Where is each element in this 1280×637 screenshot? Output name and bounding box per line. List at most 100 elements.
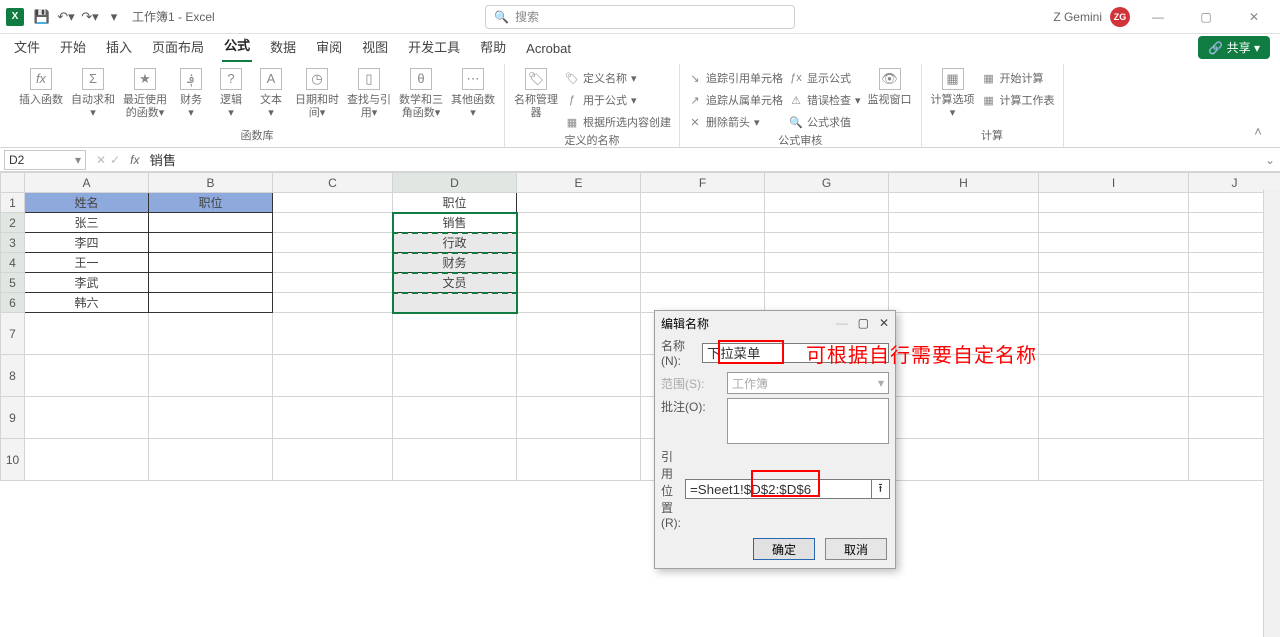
name-box[interactable]: D2▾	[4, 150, 86, 170]
text-button[interactable]: A文本▾	[254, 68, 288, 120]
cell[interactable]	[273, 233, 393, 253]
row-header[interactable]: 4	[1, 253, 25, 273]
cancel-formula-icon[interactable]: ✕	[96, 153, 106, 167]
cell[interactable]	[1039, 313, 1189, 355]
cell[interactable]	[765, 193, 889, 213]
cell[interactable]: 王一	[25, 253, 149, 273]
ok-button[interactable]: 确定	[753, 538, 815, 560]
cell[interactable]	[149, 313, 273, 355]
define-name-button[interactable]: 🏷定义名称 ▾	[565, 68, 671, 88]
name-manager-button[interactable]: 🏷名称管理器	[513, 68, 559, 120]
cell[interactable]	[1039, 233, 1189, 253]
cell[interactable]	[889, 293, 1039, 313]
cancel-button[interactable]: 取消	[825, 538, 887, 560]
expand-formula-bar-icon[interactable]: ⌄	[1260, 153, 1280, 167]
avatar[interactable]: ZG	[1110, 7, 1130, 27]
cell[interactable]	[889, 397, 1039, 439]
row-header[interactable]: 1	[1, 193, 25, 213]
remove-arrows-button[interactable]: ✕删除箭头 ▾	[688, 112, 783, 132]
cell[interactable]	[641, 193, 765, 213]
cell[interactable]	[149, 233, 273, 253]
cell[interactable]	[765, 233, 889, 253]
col-header[interactable]: E	[517, 173, 641, 193]
error-check-button[interactable]: ⚠错误检查 ▾	[789, 90, 861, 110]
search-box[interactable]: 🔍 搜索	[485, 5, 795, 29]
select-all-corner[interactable]	[1, 173, 25, 193]
cell[interactable]	[1039, 355, 1189, 397]
cell[interactable]	[641, 213, 765, 233]
cell[interactable]	[517, 439, 641, 481]
cell[interactable]	[889, 273, 1039, 293]
cell[interactable]: 李武	[25, 273, 149, 293]
trace-precedents-button[interactable]: ↘追踪引用单元格	[688, 68, 783, 88]
undo-icon[interactable]: ↶▾	[54, 5, 78, 29]
cell[interactable]	[1039, 273, 1189, 293]
cell[interactable]	[25, 439, 149, 481]
insert-function-button[interactable]: fx插入函数	[18, 68, 64, 107]
lookup-button[interactable]: ▯查找与引用▾	[346, 68, 392, 120]
maximize-button[interactable]: ▢	[1186, 2, 1226, 32]
cell[interactable]	[25, 355, 149, 397]
cell[interactable]	[517, 233, 641, 253]
math-button[interactable]: θ数学和三角函数▾	[398, 68, 444, 120]
collapse-ribbon-icon[interactable]: ˄	[1246, 119, 1270, 143]
cell[interactable]	[517, 193, 641, 213]
logical-button[interactable]: ?逻辑▾	[214, 68, 248, 120]
accept-formula-icon[interactable]: ✓	[110, 153, 120, 167]
cell[interactable]	[1039, 293, 1189, 313]
refersto-input[interactable]	[685, 479, 872, 499]
cell[interactable]	[889, 193, 1039, 213]
calc-sheet-button[interactable]: ▦计算工作表	[982, 90, 1055, 110]
minimize-button[interactable]: —	[1138, 2, 1178, 32]
row-header[interactable]: 5	[1, 273, 25, 293]
comment-textarea[interactable]	[727, 398, 889, 444]
col-header[interactable]: F	[641, 173, 765, 193]
share-button[interactable]: 🔗 共享 ▾	[1198, 36, 1270, 59]
cell[interactable]	[393, 293, 517, 313]
cell[interactable]	[273, 213, 393, 233]
cell[interactable]: 李四	[25, 233, 149, 253]
cell[interactable]	[25, 313, 149, 355]
tab-view[interactable]: 视图	[360, 33, 390, 62]
tab-formulas[interactable]: 公式	[222, 31, 252, 62]
cell[interactable]	[1039, 397, 1189, 439]
scope-select[interactable]: 工作簿 ▾	[727, 372, 889, 394]
cell[interactable]	[1039, 253, 1189, 273]
cell[interactable]	[273, 397, 393, 439]
cell[interactable]	[393, 355, 517, 397]
cell[interactable]	[517, 213, 641, 233]
cell[interactable]	[641, 253, 765, 273]
cell[interactable]	[149, 397, 273, 439]
cell[interactable]	[25, 397, 149, 439]
tab-home[interactable]: 开始	[58, 33, 88, 62]
calc-now-button[interactable]: ▦开始计算	[982, 68, 1055, 88]
tab-acrobat[interactable]: Acrobat	[524, 37, 573, 62]
row-header[interactable]: 3	[1, 233, 25, 253]
trace-dependents-button[interactable]: ↗追踪从属单元格	[688, 90, 783, 110]
cell[interactable]	[149, 355, 273, 397]
cell[interactable]: 张三	[25, 213, 149, 233]
watch-window-button[interactable]: 👁监视窗口	[867, 68, 913, 107]
show-formulas-button[interactable]: ƒx显示公式	[789, 68, 861, 88]
cell[interactable]	[393, 397, 517, 439]
cell[interactable]	[1039, 213, 1189, 233]
row-header[interactable]: 9	[1, 397, 25, 439]
collapse-dialog-icon[interactable]: ⭱	[872, 479, 890, 499]
col-header[interactable]: A	[25, 173, 149, 193]
use-in-formula-button[interactable]: ƒ用于公式 ▾	[565, 90, 671, 110]
row-header[interactable]: 10	[1, 439, 25, 481]
tab-file[interactable]: 文件	[12, 33, 42, 62]
dialog-maximize-icon[interactable]: ▢	[858, 316, 869, 330]
redo-icon[interactable]: ↷▾	[78, 5, 102, 29]
tab-help[interactable]: 帮助	[478, 33, 508, 62]
tab-review[interactable]: 审阅	[314, 33, 344, 62]
datetime-button[interactable]: ◷日期和时间▾	[294, 68, 340, 120]
cell[interactable]	[641, 233, 765, 253]
cell[interactable]	[149, 253, 273, 273]
cell[interactable]	[393, 439, 517, 481]
cell[interactable]: 财务	[393, 253, 517, 273]
cell[interactable]	[517, 253, 641, 273]
cell[interactable]: 姓名	[25, 193, 149, 213]
cell[interactable]	[889, 439, 1039, 481]
cell[interactable]: 职位	[149, 193, 273, 213]
